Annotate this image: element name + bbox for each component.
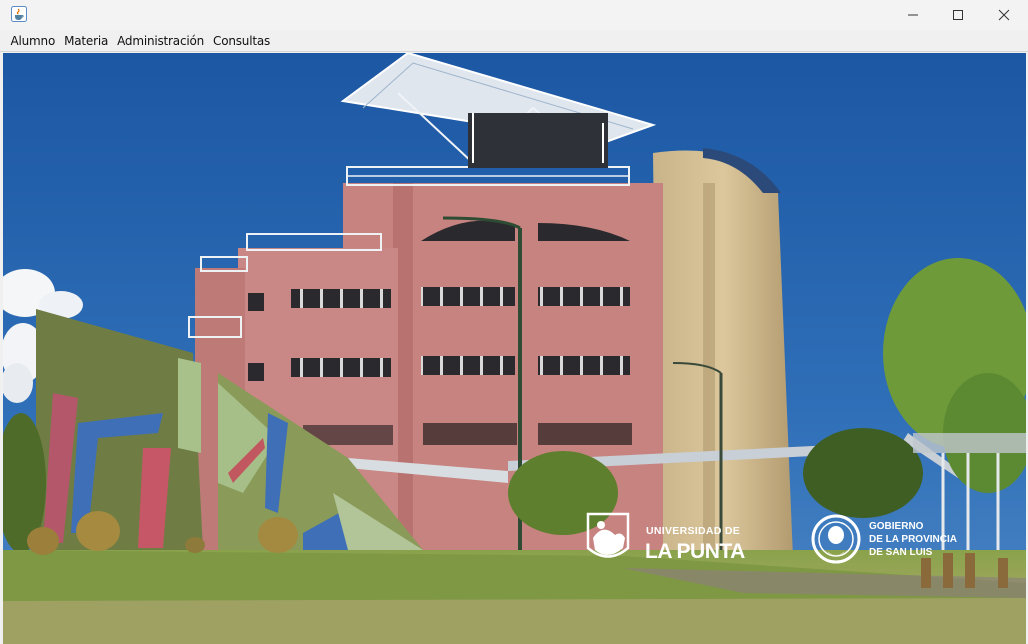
close-button[interactable] — [981, 0, 1027, 30]
logo-gov-line2: DE LA PROVINCIA — [869, 534, 957, 545]
minimize-button[interactable] — [890, 0, 936, 30]
logo-ulp-line2: LA PUNTA — [645, 540, 745, 563]
maximize-button[interactable] — [935, 0, 981, 30]
minimize-icon — [908, 14, 918, 16]
menu-materia[interactable]: Materia — [60, 31, 113, 51]
menu-bar: Alumno Materia Administración Consultas — [0, 30, 1028, 52]
menu-administracion[interactable]: Administración — [113, 31, 209, 51]
menu-alumno[interactable]: Alumno — [6, 31, 60, 51]
menu-consultas[interactable]: Consultas — [209, 31, 275, 51]
maximize-icon — [953, 10, 963, 20]
university-building-photo: UNIVERSIDAD DE LA PUNTA GOBIERNO DE LA P… — [3, 53, 1026, 644]
logo-gov-line3: DE SAN LUIS — [869, 547, 933, 558]
java-cup-icon — [11, 6, 27, 22]
logo-gov-line1: GOBIERNO — [869, 521, 924, 532]
title-bar — [0, 0, 1028, 30]
logo-ulp-line1: UNIVERSIDAD DE — [646, 525, 740, 537]
background-image: UNIVERSIDAD DE LA PUNTA GOBIERNO DE LA P… — [3, 53, 1026, 644]
close-icon — [998, 9, 1010, 21]
